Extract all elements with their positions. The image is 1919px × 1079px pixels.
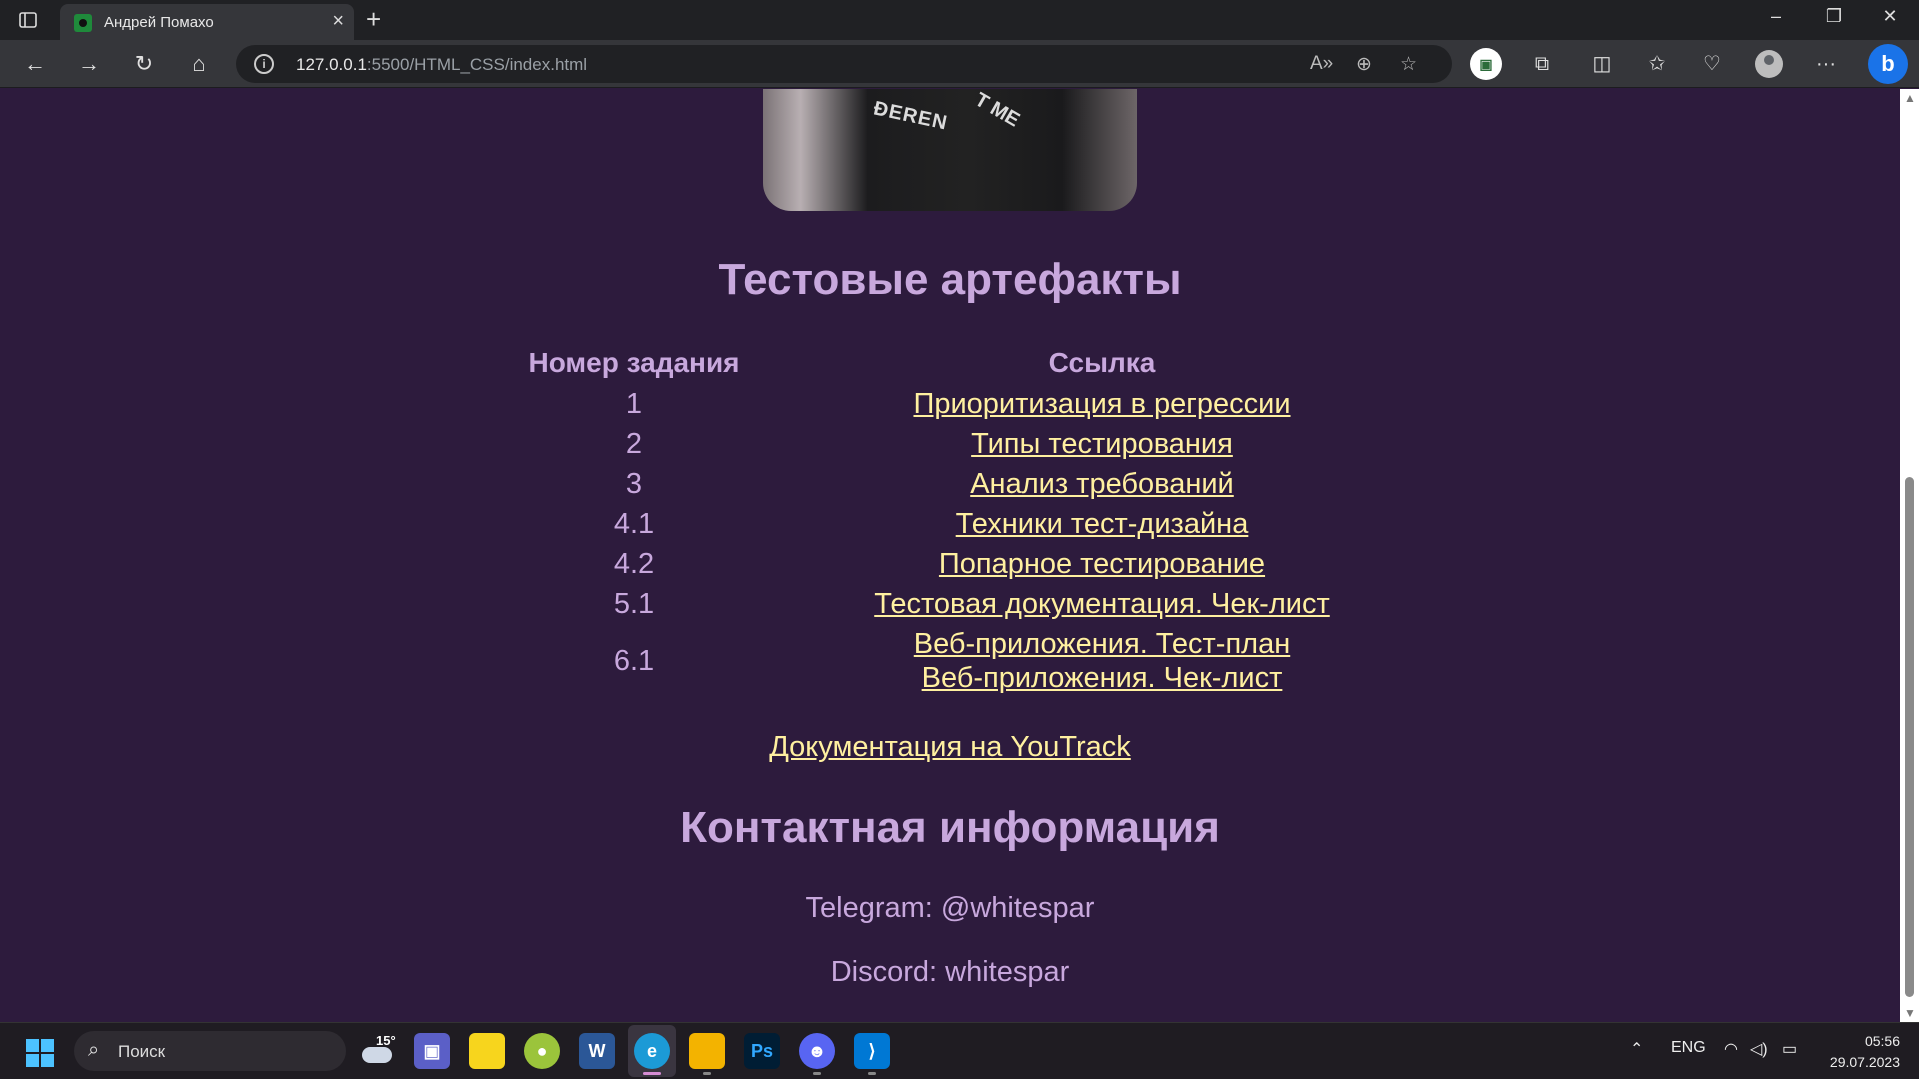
- teams-icon[interactable]: ▣: [414, 1033, 450, 1069]
- task-number: 4.2: [613, 548, 655, 580]
- weather-widget[interactable]: 15°: [360, 1033, 400, 1069]
- extension-icon[interactable]: ▣: [1470, 48, 1502, 80]
- star-icon[interactable]: ☆: [1400, 53, 1417, 76]
- youtrack-link[interactable]: Документация на YouTrack: [0, 731, 1900, 764]
- zoom-icon[interactable]: ⊕: [1356, 53, 1372, 76]
- site-info-icon[interactable]: i: [254, 54, 274, 74]
- url-host: 127.0.0.1: [296, 55, 367, 74]
- close-window-icon[interactable]: ✕: [1870, 6, 1910, 27]
- search-icon: ⌕: [88, 1039, 100, 1061]
- shirt-print: ƉEREN: [871, 97, 950, 135]
- artifact-link[interactable]: Анализ требований: [752, 468, 1452, 501]
- clock-time: 05:56: [1864, 1033, 1900, 1049]
- windows-taskbar: ⌕ Поиск 15° ▣ ● W e Ps ☻ ⟩ ⌃ ENG ◠ ◁) ▭ …: [0, 1022, 1919, 1079]
- vertical-scrollbar[interactable]: ▲ ▼: [1900, 89, 1919, 1022]
- read-aloud-icon[interactable]: A»: [1310, 53, 1333, 75]
- table-header-number: Номер задания: [528, 347, 740, 378]
- tab-bar: Андрей Помахо × + – ❐ ✕: [0, 0, 1919, 40]
- shirt-print-right: T ME: [970, 89, 1024, 132]
- task-number: 2: [625, 428, 643, 460]
- discord-running-indicator: [813, 1072, 821, 1075]
- tab-actions-icon[interactable]: [18, 10, 38, 30]
- wifi-icon[interactable]: ◠: [1724, 1039, 1738, 1059]
- scroll-down-icon[interactable]: ▼: [1904, 1006, 1916, 1020]
- page-viewport: ƉEREN T ME Тестовые артефакты Номер зада…: [0, 89, 1900, 1022]
- clock-date: 29.07.2023: [1829, 1054, 1900, 1070]
- url-path: :5500/HTML_CSS/index.html: [366, 55, 588, 74]
- sticky-notes-icon[interactable]: [469, 1033, 505, 1069]
- contact-heading: Контактная информация: [680, 803, 1220, 852]
- task-number: 3: [625, 468, 643, 500]
- vscode-icon[interactable]: ⟩: [854, 1033, 890, 1069]
- vscode-running-indicator: [868, 1072, 876, 1075]
- task-number: 5.1: [613, 588, 655, 620]
- file-explorer-icon[interactable]: [689, 1033, 725, 1069]
- scroll-up-icon[interactable]: ▲: [1904, 91, 1916, 105]
- chevron-up-icon[interactable]: ⌃: [1630, 1039, 1643, 1059]
- discord-contact: Discord: whitespar: [830, 956, 1070, 988]
- battery-icon[interactable]: ▭: [1782, 1039, 1797, 1059]
- more-icon[interactable]: ···: [1810, 48, 1842, 80]
- artifact-link[interactable]: Веб-приложения. Тест-план: [752, 628, 1452, 661]
- explorer-running-indicator: [703, 1072, 711, 1075]
- tab-favicon-icon: [74, 14, 92, 32]
- address-bar[interactable]: i 127.0.0.1:5500/HTML_CSS/index.html A» …: [236, 45, 1452, 83]
- windows-start-icon[interactable]: [26, 1039, 54, 1067]
- weather-temp: 15°: [376, 1033, 396, 1048]
- puzzle-icon[interactable]: ⧉: [1526, 48, 1558, 80]
- forward-arrow-icon[interactable]: →: [72, 48, 106, 80]
- browser-essentials-icon[interactable]: ♡: [1696, 48, 1728, 80]
- artifact-link[interactable]: Техники тест-дизайна: [752, 508, 1452, 541]
- search-placeholder: Поиск: [118, 1042, 166, 1061]
- minimize-icon[interactable]: –: [1756, 6, 1796, 27]
- artifacts-heading: Тестовые артефакты: [718, 255, 1182, 304]
- volume-icon[interactable]: ◁): [1750, 1039, 1768, 1059]
- artifact-link[interactable]: Типы тестирования: [752, 428, 1452, 461]
- bing-icon[interactable]: b: [1868, 44, 1908, 84]
- photoshop-icon[interactable]: Ps: [744, 1033, 780, 1069]
- favorites-icon[interactable]: ✩: [1641, 48, 1673, 80]
- input-language[interactable]: ENG: [1671, 1039, 1706, 1057]
- profile-avatar[interactable]: [1755, 50, 1783, 78]
- cloud-icon: [362, 1047, 392, 1063]
- artifact-link[interactable]: Веб-приложения. Чек-лист: [752, 662, 1452, 695]
- artifact-link[interactable]: Тестовая документация. Чек-лист: [752, 588, 1452, 621]
- home-icon[interactable]: ⌂: [182, 48, 216, 80]
- discord-icon[interactable]: ☻: [799, 1033, 835, 1069]
- scroll-thumb[interactable]: [1905, 477, 1914, 997]
- telegram-contact: Telegram: @whitespar: [805, 892, 1095, 924]
- restore-icon[interactable]: ❐: [1814, 6, 1854, 27]
- artifact-link[interactable]: Приоритизация в регрессии: [752, 388, 1452, 421]
- tab-close-icon[interactable]: ×: [332, 10, 344, 33]
- task-number: 1: [625, 388, 643, 420]
- browser-toolbar: ← → ↻ ⌂ i 127.0.0.1:5500/HTML_CSS/index.…: [0, 40, 1919, 88]
- system-clock[interactable]: 05:56 29.07.2023: [1820, 1031, 1900, 1073]
- tab-title: Андрей Помахо: [104, 14, 214, 31]
- edge-running-indicator: [643, 1072, 661, 1075]
- task-number: 4.1: [613, 508, 655, 540]
- profile-photo: ƉEREN T ME: [763, 89, 1137, 211]
- url-text[interactable]: 127.0.0.1:5500/HTML_CSS/index.html: [296, 55, 587, 75]
- task-number: 6.1: [613, 645, 655, 677]
- edge-icon[interactable]: e: [634, 1033, 670, 1069]
- word-icon[interactable]: W: [579, 1033, 615, 1069]
- back-arrow-icon[interactable]: ←: [18, 48, 52, 80]
- taskbar-search[interactable]: ⌕ Поиск: [74, 1031, 346, 1071]
- split-screen-icon[interactable]: ◫: [1586, 48, 1618, 80]
- active-tab[interactable]: Андрей Помахо ×: [60, 4, 354, 40]
- artifact-link[interactable]: Попарное тестирование: [752, 548, 1452, 581]
- table-header-link: Ссылка: [1048, 347, 1156, 378]
- tennis-icon[interactable]: ●: [524, 1033, 560, 1069]
- new-tab-icon[interactable]: +: [366, 4, 381, 35]
- refresh-icon[interactable]: ↻: [127, 48, 161, 80]
